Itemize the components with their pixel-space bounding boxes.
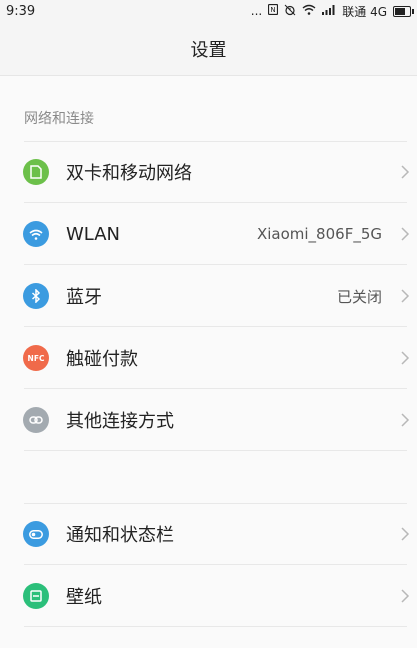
status-icons: ... N 联通 4G [251, 3, 417, 20]
item-label: 壁纸 [66, 587, 102, 608]
chevron-right-icon [401, 289, 410, 303]
section-header-network: 网络和连接 [24, 111, 94, 127]
item-value: 已关闭 [336, 287, 382, 306]
nfc-icon: NFC [23, 345, 49, 371]
settings-item-bluetooth[interactable]: 蓝牙 已关闭 [0, 265, 417, 327]
item-value: Xiaomi_806F_5G [256, 225, 382, 243]
network-list: 双卡和移动网络 WLAN Xiaomi_806F_5G 蓝牙 已关闭 NFC 触… [0, 141, 417, 451]
svg-text:NFC: NFC [28, 354, 45, 363]
more-dots: ... [250, 4, 263, 18]
settings-item-notifications[interactable]: 通知和状态栏 [0, 503, 417, 565]
notification-toggle-icon [23, 521, 49, 547]
carrier-label: 联通 4G [342, 4, 387, 19]
settings-item-wlan[interactable]: WLAN Xiaomi_806F_5G [0, 203, 417, 265]
item-label: 双卡和移动网络 [66, 163, 192, 184]
settings-item-dual-sim[interactable]: 双卡和移动网络 [0, 141, 417, 203]
chevron-right-icon [401, 589, 410, 603]
signal-icon [322, 4, 336, 18]
sim-card-icon [23, 159, 49, 185]
settings-item-other-connections[interactable]: 其他连接方式 [0, 389, 417, 451]
display-list: 通知和状态栏 壁纸 [0, 503, 417, 627]
page-title: 设置 [190, 39, 227, 61]
item-label: 蓝牙 [66, 287, 102, 308]
item-label: 通知和状态栏 [66, 525, 174, 546]
settings-item-wallpaper[interactable]: 壁纸 [0, 565, 417, 627]
item-label: 触碰付款 [66, 349, 138, 370]
wallpaper-icon [23, 583, 49, 609]
chevron-right-icon [401, 165, 410, 179]
status-time: 9:39 [6, 3, 36, 19]
link-icon [23, 407, 49, 433]
battery-icon [393, 5, 414, 17]
nfc-status-icon: N [268, 3, 279, 18]
wifi-icon [23, 221, 49, 247]
chevron-right-icon [401, 413, 410, 427]
item-label: WLAN [66, 223, 121, 245]
status-bar: 9:39 ... N 联通 4G [0, 0, 417, 22]
alarm-icon [284, 4, 296, 19]
svg-text:N: N [271, 6, 276, 14]
chevron-right-icon [401, 527, 410, 541]
title-bar: 设置 [0, 22, 417, 76]
chevron-right-icon [401, 351, 410, 365]
item-label: 其他连接方式 [66, 411, 174, 432]
chevron-right-icon [401, 227, 410, 241]
settings-item-tap-pay[interactable]: NFC 触碰付款 [0, 327, 417, 389]
bluetooth-icon [23, 283, 49, 309]
wifi-status-icon [302, 4, 316, 18]
